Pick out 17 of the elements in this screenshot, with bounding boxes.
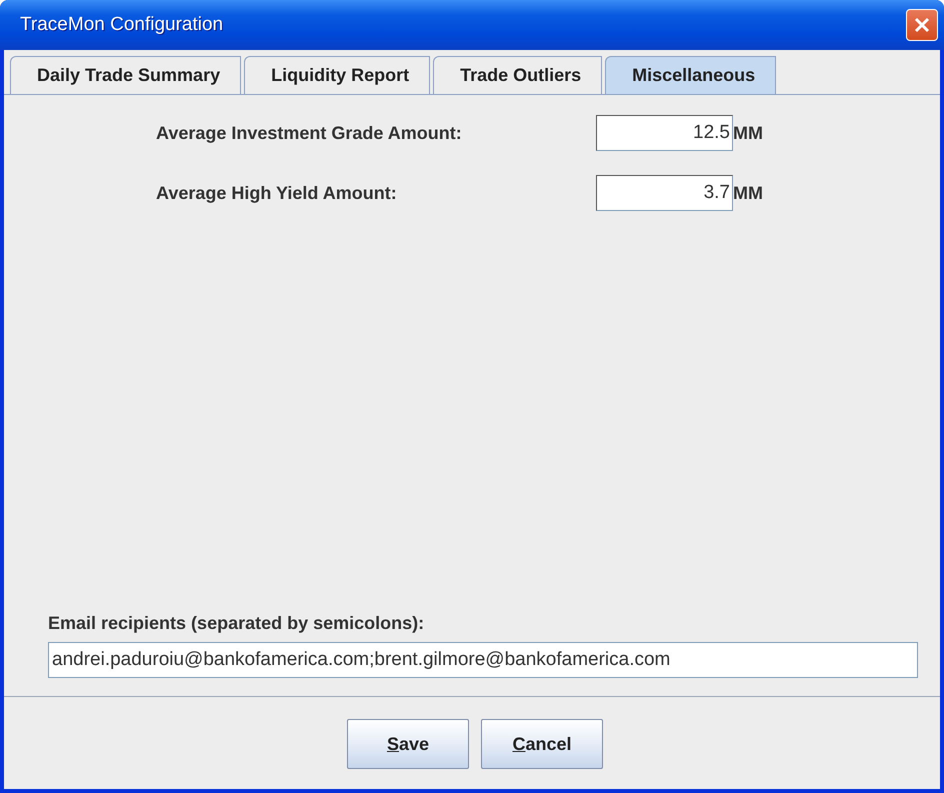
tab[interactable]: Liquidity Report xyxy=(244,56,430,94)
close-button[interactable] xyxy=(906,9,938,41)
unit-label: MM xyxy=(733,122,764,144)
window-title: TraceMon Configuration xyxy=(20,14,224,36)
tab[interactable]: Daily Trade Summary xyxy=(10,56,242,94)
amount-field[interactable]: 3.7 xyxy=(596,175,733,211)
tab[interactable]: Trade Outliers xyxy=(433,56,602,94)
email-field[interactable]: andrei.paduroiu@bankofamerica.com;brent.gilmore@bankofamerica.com xyxy=(48,642,918,678)
dialog-button[interactable]: Cancel xyxy=(481,719,603,769)
dialog-button[interactable]: Save xyxy=(347,719,469,769)
field-label: Average High Yield Amount: xyxy=(156,182,398,204)
close-icon xyxy=(912,15,932,35)
field-label: Average Investment Grade Amount: xyxy=(156,122,463,144)
email-label: Email recipients (separated by semicolons): xyxy=(48,613,426,634)
tab[interactable]: Miscellaneous xyxy=(605,56,776,94)
amount-field[interactable]: 12.5 xyxy=(596,115,733,151)
unit-label: MM xyxy=(733,182,764,204)
